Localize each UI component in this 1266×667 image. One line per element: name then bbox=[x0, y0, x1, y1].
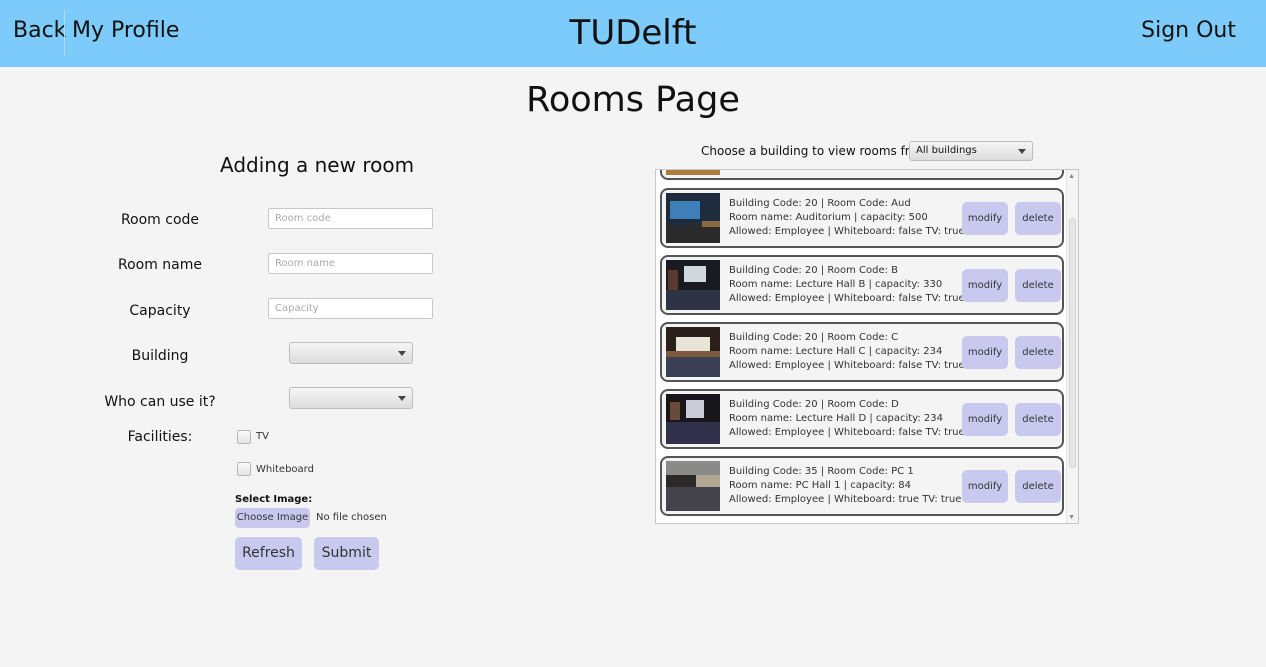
delete-button[interactable]: delete bbox=[1015, 202, 1061, 235]
no-file-chosen-text: No file chosen bbox=[316, 512, 387, 523]
scrollbar-thumb[interactable] bbox=[1069, 218, 1076, 468]
room-code-label: Room code bbox=[120, 212, 200, 228]
brand-title: TUDelft bbox=[569, 13, 697, 53]
room-allowed-facilities: Allowed: Employee | Whiteboard: false TV… bbox=[729, 293, 965, 304]
room-info: Building Code: 35 | Room Code: PC 1 Room… bbox=[729, 465, 961, 507]
choose-image-button[interactable]: Choose Image bbox=[235, 508, 310, 528]
room-name-capacity: Room name: Lecture Hall B | capacity: 33… bbox=[729, 279, 943, 290]
delete-button[interactable]: delete bbox=[1015, 269, 1061, 302]
room-code-input[interactable] bbox=[268, 208, 433, 229]
room-allowed-facilities: Allowed: Employee | Whiteboard: false TV… bbox=[729, 226, 965, 237]
room-card: Building Code: 20 | Room Code: C Room na… bbox=[660, 322, 1064, 382]
capacity-input[interactable] bbox=[268, 298, 433, 319]
chevron-down-icon bbox=[398, 396, 406, 401]
building-filter-dropdown[interactable]: All buildings bbox=[909, 141, 1033, 161]
who-can-use-dropdown[interactable] bbox=[289, 387, 413, 409]
top-navigation-bar: Back My Profile TUDelft Sign Out bbox=[0, 0, 1266, 67]
room-thumbnail bbox=[666, 327, 720, 377]
whiteboard-checkbox-label: Whiteboard bbox=[256, 464, 314, 475]
room-thumbnail bbox=[666, 461, 720, 511]
modify-button[interactable]: modify bbox=[962, 470, 1008, 503]
delete-button[interactable]: delete bbox=[1015, 403, 1061, 436]
room-card-partial bbox=[660, 170, 1064, 180]
modify-button[interactable]: modify bbox=[962, 403, 1008, 436]
building-filter-label: Choose a building to view rooms from bbox=[701, 144, 929, 158]
modify-button[interactable]: modify bbox=[962, 336, 1008, 369]
scroll-down-icon[interactable]: ▼ bbox=[1068, 514, 1075, 521]
room-allowed-facilities: Allowed: Employee | Whiteboard: false TV… bbox=[729, 360, 965, 371]
submit-button[interactable]: Submit bbox=[314, 537, 379, 570]
room-building-code: Building Code: 20 | Room Code: B bbox=[729, 265, 899, 276]
room-name-capacity: Room name: Lecture Hall C | capacity: 23… bbox=[729, 346, 943, 357]
tv-checkbox-label: TV bbox=[256, 431, 269, 442]
room-thumbnail bbox=[666, 170, 720, 175]
sign-out-link[interactable]: Sign Out bbox=[1141, 18, 1236, 43]
room-allowed-facilities: Allowed: Employee | Whiteboard: false TV… bbox=[729, 427, 965, 438]
modify-button[interactable]: modify bbox=[962, 202, 1008, 235]
chevron-down-icon bbox=[398, 351, 406, 356]
whiteboard-checkbox[interactable] bbox=[237, 462, 251, 476]
room-card: Building Code: 20 | Room Code: D Room na… bbox=[660, 389, 1064, 449]
delete-button[interactable]: delete bbox=[1015, 470, 1061, 503]
delete-button[interactable]: delete bbox=[1015, 336, 1061, 369]
scroll-up-icon[interactable]: ▲ bbox=[1068, 173, 1075, 180]
building-filter-value: All buildings bbox=[916, 145, 977, 156]
select-image-label: Select Image: bbox=[235, 494, 313, 505]
room-building-code: Building Code: 20 | Room Code: Aud bbox=[729, 198, 911, 209]
modify-button[interactable]: modify bbox=[962, 269, 1008, 302]
room-building-code: Building Code: 20 | Room Code: D bbox=[729, 399, 899, 410]
room-allowed-facilities: Allowed: Employee | Whiteboard: true TV:… bbox=[729, 494, 962, 505]
room-building-code: Building Code: 20 | Room Code: C bbox=[729, 332, 899, 343]
chevron-down-icon bbox=[1018, 149, 1026, 154]
room-card: Building Code: 35 | Room Code: PC 1 Room… bbox=[660, 456, 1064, 516]
room-building-code: Building Code: 35 | Room Code: PC 1 bbox=[729, 466, 914, 477]
room-card: Building Code: 20 | Room Code: Aud Room … bbox=[660, 188, 1064, 248]
tv-checkbox[interactable] bbox=[237, 430, 251, 444]
room-info: Building Code: 20 | Room Code: C Room na… bbox=[729, 331, 965, 373]
page-title: Rooms Page bbox=[526, 80, 740, 120]
room-name-capacity: Room name: Lecture Hall D | capacity: 23… bbox=[729, 413, 944, 424]
room-info: Building Code: 20 | Room Code: D Room na… bbox=[729, 398, 965, 440]
room-name-capacity: Room name: PC Hall 1 | capacity: 84 bbox=[729, 480, 911, 491]
room-name-label: Room name bbox=[117, 257, 203, 273]
room-thumbnail bbox=[666, 260, 720, 310]
who-can-use-label: Who can use it? bbox=[104, 394, 216, 410]
building-dropdown[interactable] bbox=[289, 342, 413, 364]
room-info: Building Code: 20 | Room Code: B Room na… bbox=[729, 264, 965, 306]
room-thumbnail bbox=[666, 193, 720, 243]
refresh-button[interactable]: Refresh bbox=[235, 537, 302, 570]
form-title: Adding a new room bbox=[220, 153, 415, 177]
scrollbar[interactable]: ▲ ▼ bbox=[1066, 170, 1078, 523]
room-name-input[interactable] bbox=[268, 253, 433, 274]
room-thumbnail bbox=[666, 394, 720, 444]
building-label: Building bbox=[131, 348, 189, 364]
room-info: Building Code: 20 | Room Code: Aud Room … bbox=[729, 197, 965, 239]
room-name-capacity: Room name: Auditorium | capacity: 500 bbox=[729, 212, 928, 223]
room-card: Building Code: 20 | Room Code: B Room na… bbox=[660, 255, 1064, 315]
facilities-label: Facilities: bbox=[127, 429, 193, 445]
rooms-list[interactable]: Building Code: 20 | Room Code: Aud Room … bbox=[655, 169, 1079, 524]
capacity-label: Capacity bbox=[129, 303, 191, 319]
